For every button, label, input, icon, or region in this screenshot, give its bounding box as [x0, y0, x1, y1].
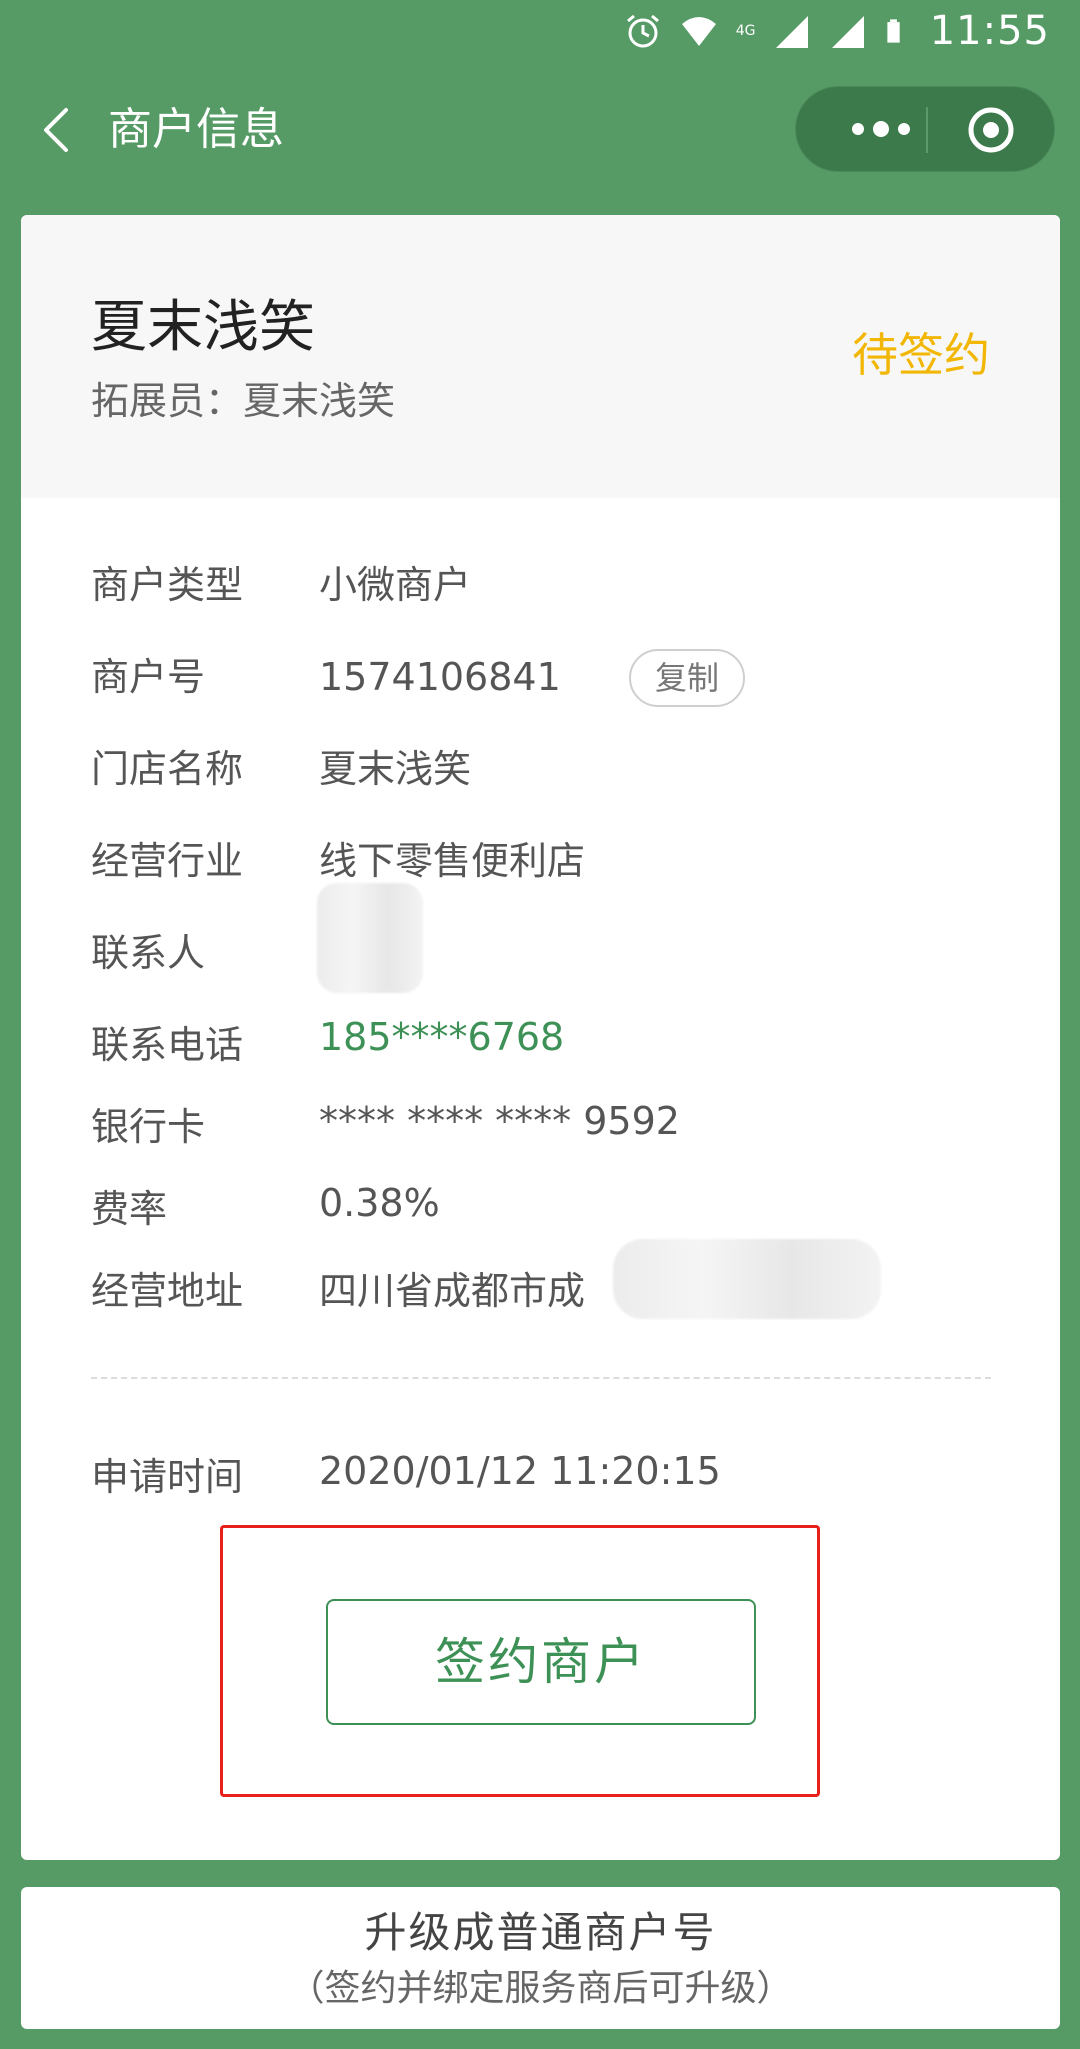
merchant-info-card: 夏末浅笑 拓展员：夏末浅笑 待签约 商户类型 小微商户 商户号 15741068… — [21, 215, 1060, 1860]
detail-row-contact: 联系人 — [91, 883, 991, 993]
capsule-divider — [926, 107, 928, 153]
detail-label: 商户号 — [91, 655, 206, 699]
status-bar: 4G 11:55 — [0, 0, 1080, 66]
page-title: 商户信息 — [108, 104, 284, 155]
apply-time-value: 2020/01/12 11:20:15 — [319, 1449, 721, 1493]
detail-label: 费率 — [91, 1187, 168, 1231]
detail-row-rate: 费率 0.38% — [91, 1179, 991, 1239]
more-options-icon[interactable] — [836, 111, 926, 147]
detail-label: 银行卡 — [91, 1105, 206, 1149]
detail-label: 申请时间 — [91, 1455, 244, 1499]
detail-value: 小微商户 — [319, 563, 472, 607]
mini-program-capsule — [795, 86, 1055, 172]
clock-time: 11:55 — [929, 8, 1050, 54]
merchant-name: 夏末浅笑 — [91, 295, 315, 360]
detail-value: 线下零售便利店 — [319, 839, 586, 883]
detail-row-merchant-type: 商户类型 小微商户 — [91, 555, 991, 615]
copy-button[interactable]: 复制 — [629, 649, 745, 707]
navigation-bar: 商户信息 — [0, 80, 1080, 180]
network-type-label: 4G — [735, 23, 756, 39]
phone-link[interactable]: 185****6768 — [319, 1007, 564, 1067]
status-badge: 待签约 — [852, 328, 990, 382]
detail-label: 联系人 — [91, 931, 206, 975]
sign-merchant-button[interactable]: 签约商户 — [326, 1599, 756, 1725]
detail-value: **** **** **** 9592 — [319, 1099, 680, 1143]
merchant-id-value: 1574106841 — [319, 655, 561, 699]
redacted-address — [613, 1239, 881, 1319]
detail-row-apply-time: 申请时间 2020/01/12 11:20:15 — [91, 1447, 991, 1507]
battery-icon — [887, 19, 900, 43]
detail-row-store-name: 门店名称 夏末浅笑 — [91, 739, 991, 799]
detail-label: 经营行业 — [91, 839, 244, 883]
detail-row-address: 经营地址 四川省成都市成 — [91, 1239, 991, 1321]
upgrade-merchant-button[interactable]: 升级成普通商户号 （签约并绑定服务商后可升级） — [21, 1887, 1060, 2029]
redacted-contact-name — [317, 883, 423, 993]
expander-name: 拓展员：夏末浅笑 — [91, 379, 396, 423]
detail-value: 夏末浅笑 — [319, 747, 472, 791]
status-icons: 4G 11:55 — [624, 8, 1050, 54]
detail-row-industry: 经营行业 线下零售便利店 — [91, 831, 991, 891]
detail-row-merchant-id: 商户号 1574106841 复制 — [91, 647, 991, 707]
upgrade-title: 升级成普通商户号 — [364, 1908, 717, 1957]
detail-row-bank-card: 银行卡 **** **** **** 9592 — [91, 1097, 991, 1157]
detail-row-phone: 联系电话 185****6768 — [91, 1015, 991, 1075]
wifi-icon — [681, 17, 716, 46]
detail-value: 四川省成都市成 — [319, 1269, 586, 1313]
back-arrow-icon[interactable] — [36, 104, 80, 156]
signal-icon-1 — [775, 16, 808, 48]
detail-value: 0.38% — [319, 1181, 440, 1225]
divider — [91, 1377, 991, 1379]
signal-icon-2 — [831, 16, 864, 48]
detail-label: 门店名称 — [91, 747, 244, 791]
detail-label: 经营地址 — [91, 1269, 244, 1313]
detail-label: 联系电话 — [91, 1023, 244, 1067]
detail-label: 商户类型 — [91, 563, 244, 607]
merchant-header: 夏末浅笑 拓展员：夏末浅笑 待签约 — [21, 215, 1060, 498]
upgrade-subtitle: （签约并绑定服务商后可升级） — [288, 1968, 793, 2009]
close-mini-program-icon[interactable] — [966, 105, 1016, 155]
alarm-icon — [626, 14, 659, 48]
